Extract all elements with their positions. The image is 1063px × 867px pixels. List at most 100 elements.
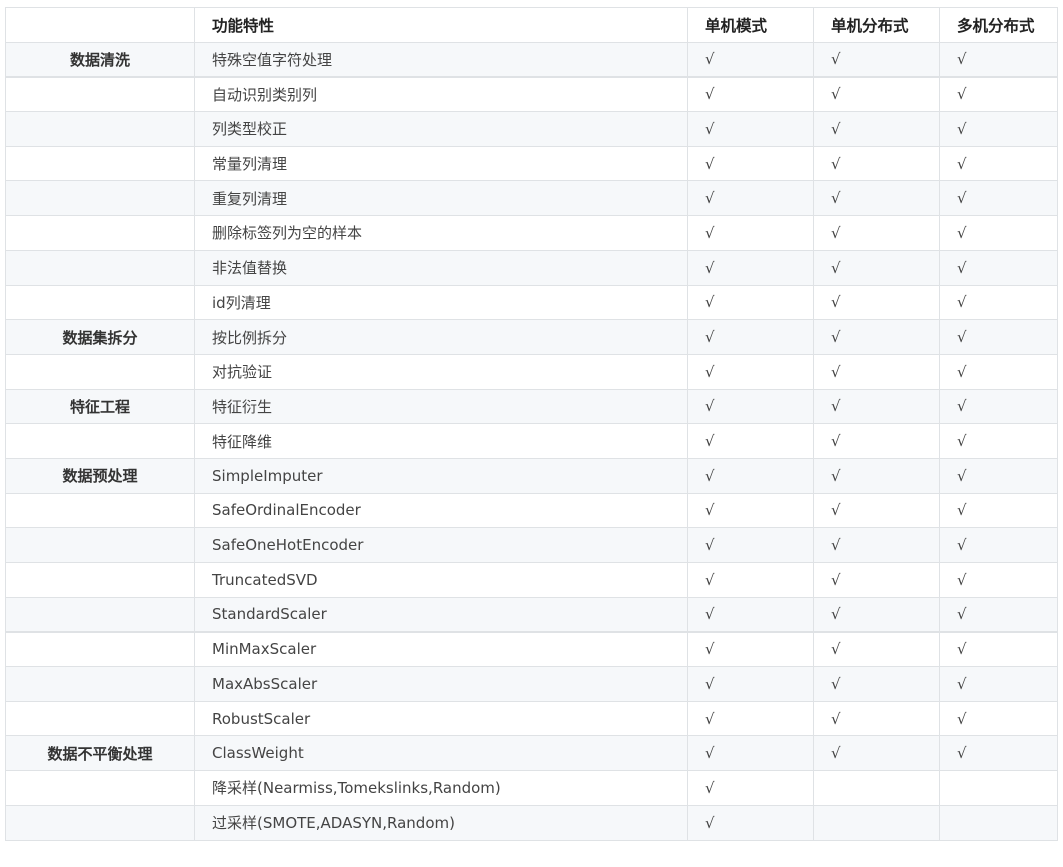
multi-distributed-cell: √: [939, 180, 1058, 217]
standalone-cell: √: [687, 215, 814, 251]
standalone-distributed-cell: √: [813, 666, 940, 702]
category-cell: [5, 111, 195, 147]
check-mark-icon: √: [957, 709, 967, 728]
multi-distributed-cell: √: [939, 145, 1058, 182]
feature-table-container: 功能特性 单机模式 单机分布式 多机分布式 数据清洗 特殊空值字符处理 √ √ √ 自动识…: [5, 7, 1058, 841]
standalone-distributed-cell: √: [813, 596, 940, 633]
multi-distributed-cell: [939, 804, 1058, 841]
check-mark-icon: √: [705, 640, 715, 659]
check-mark-icon: √: [957, 293, 967, 312]
table-row: SafeOneHotEncoder √ √ √: [5, 527, 1058, 563]
feature-cell: id列清理: [194, 284, 688, 321]
check-mark-icon: √: [705, 189, 715, 208]
category-cell: 数据集拆分: [5, 319, 195, 355]
category-cell: [5, 630, 195, 668]
multi-distributed-cell: √: [939, 492, 1058, 529]
multi-distributed-cell: √: [939, 666, 1058, 702]
standalone-cell: √: [687, 249, 814, 286]
multi-distributed-cell: √: [939, 249, 1058, 286]
feature-cell: 重复列清理: [194, 180, 688, 217]
category-cell: [5, 596, 195, 633]
standalone-distributed-cell: √: [813, 388, 940, 425]
standalone-cell: √: [687, 804, 814, 841]
multi-distributed-cell: √: [939, 700, 1058, 737]
table-row: id列清理 √ √ √: [5, 284, 1058, 321]
standalone-distributed-cell: √: [813, 492, 940, 529]
standalone-distributed-cell: √: [813, 215, 940, 251]
standalone-distributed-cell: √: [813, 75, 940, 113]
check-mark-icon: √: [705, 778, 715, 797]
standalone-distributed-cell: √: [813, 700, 940, 737]
feature-cell: 删除标签列为空的样本: [194, 215, 688, 251]
check-mark-icon: √: [831, 466, 841, 485]
standalone-cell: √: [687, 770, 814, 806]
standalone-distributed-cell: √: [813, 180, 940, 217]
category-cell: 特征工程: [5, 388, 195, 425]
standalone-cell: √: [687, 562, 814, 598]
check-mark-icon: √: [705, 744, 715, 763]
feature-cell: SafeOneHotEncoder: [194, 527, 688, 563]
standalone-distributed-cell: √: [813, 353, 940, 390]
multi-distributed-cell: √: [939, 284, 1058, 321]
table-row: 对抗验证 √ √ √: [5, 353, 1058, 390]
feature-cell: SimpleImputer: [194, 457, 688, 494]
check-mark-icon: √: [705, 362, 715, 381]
table-header: 功能特性 单机模式 单机分布式 多机分布式: [5, 7, 1058, 43]
category-cell: [5, 804, 195, 841]
standalone-distributed-cell: [813, 770, 940, 806]
check-mark-icon: √: [957, 328, 967, 347]
check-mark-icon: √: [957, 536, 967, 555]
header-feature: 功能特性: [194, 7, 688, 43]
feature-cell: StandardScaler: [194, 596, 688, 633]
table-row: RobustScaler √ √ √: [5, 700, 1058, 737]
check-mark-icon: √: [705, 813, 715, 832]
feature-cell: ClassWeight: [194, 735, 688, 772]
check-mark-icon: √: [705, 328, 715, 347]
category-cell: [5, 666, 195, 702]
table-row: 常量列清理 √ √ √: [5, 145, 1058, 182]
table-row: 非法值替换 √ √ √: [5, 249, 1058, 286]
check-mark-icon: √: [957, 397, 967, 416]
multi-distributed-cell: √: [939, 353, 1058, 390]
feature-cell: TruncatedSVD: [194, 562, 688, 598]
table-row: MinMaxScaler √ √ √: [5, 630, 1058, 668]
standalone-cell: √: [687, 319, 814, 355]
multi-distributed-cell: √: [939, 596, 1058, 633]
multi-distributed-cell: √: [939, 75, 1058, 113]
standalone-distributed-cell: √: [813, 562, 940, 598]
check-mark-icon: √: [705, 397, 715, 416]
check-mark-icon: √: [705, 570, 715, 589]
check-mark-icon: √: [705, 85, 715, 104]
category-cell: [5, 284, 195, 321]
table-row: 数据集拆分 按比例拆分 √ √ √: [5, 319, 1058, 355]
standalone-cell: √: [687, 111, 814, 147]
multi-distributed-cell: √: [939, 735, 1058, 772]
standalone-distributed-cell: √: [813, 457, 940, 494]
check-mark-icon: √: [831, 709, 841, 728]
check-mark-icon: √: [957, 674, 967, 693]
check-mark-icon: √: [705, 154, 715, 173]
feature-cell: MaxAbsScaler: [194, 666, 688, 702]
standalone-cell: √: [687, 145, 814, 182]
check-mark-icon: √: [705, 50, 715, 69]
category-cell: [5, 249, 195, 286]
table-row: 数据清洗 特殊空值字符处理 √ √ √: [5, 41, 1058, 78]
check-mark-icon: √: [957, 50, 967, 69]
check-mark-icon: √: [705, 501, 715, 520]
feature-cell: 特征降维: [194, 423, 688, 459]
check-mark-icon: √: [957, 605, 967, 624]
check-mark-icon: √: [705, 432, 715, 451]
table-row: 特征降维 √ √ √: [5, 423, 1058, 459]
feature-cell: 自动识别类别列: [194, 75, 688, 113]
table-row: 降采样(Nearmiss,Tomekslinks,Random) √: [5, 770, 1058, 806]
standalone-cell: √: [687, 492, 814, 529]
multi-distributed-cell: √: [939, 388, 1058, 425]
table-row: 过采样(SMOTE,ADASYN,Random) √: [5, 804, 1058, 841]
multi-distributed-cell: √: [939, 41, 1058, 78]
feature-cell: 特征衍生: [194, 388, 688, 425]
table-row: 数据预处理 SimpleImputer √ √ √: [5, 457, 1058, 494]
check-mark-icon: √: [831, 501, 841, 520]
table-row: 列类型校正 √ √ √: [5, 111, 1058, 147]
feature-cell: 列类型校正: [194, 111, 688, 147]
table-row: StandardScaler √ √ √: [5, 596, 1058, 633]
